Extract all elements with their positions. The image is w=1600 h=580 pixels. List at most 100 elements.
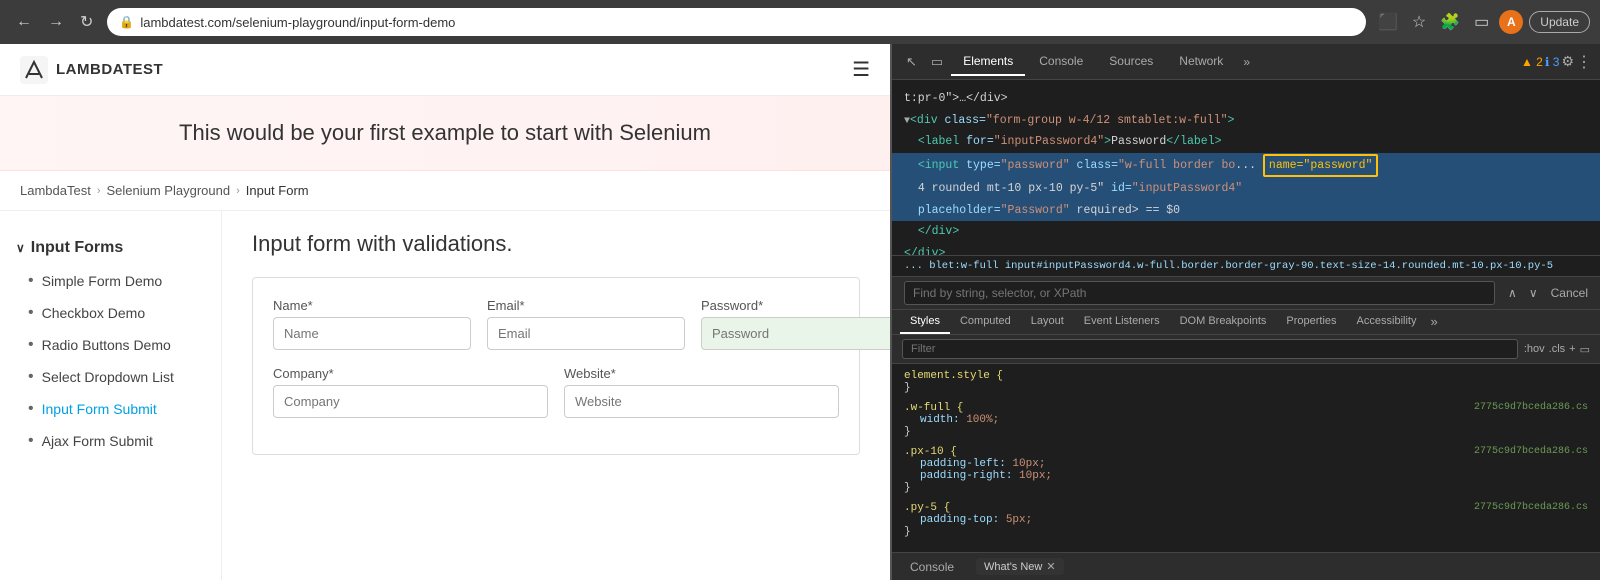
webpage-topbar: LAMBDATEST ☰ [0, 44, 890, 96]
update-button[interactable]: Update [1529, 11, 1590, 33]
find-next-button[interactable]: ∨ [1524, 284, 1543, 302]
styles-filter-bar: :hov .cls + ▭ [892, 335, 1600, 364]
html-line: </div> [892, 221, 1600, 243]
breadcrumb-sep-1: › [97, 185, 101, 197]
whats-new-label: What's New [984, 561, 1042, 573]
company-label: Company* [273, 366, 548, 381]
new-rule-icon[interactable]: ▭ [1580, 343, 1590, 356]
sidebar-item-dropdown[interactable]: Select Dropdown List [0, 361, 221, 393]
tab-elements[interactable]: Elements [951, 48, 1025, 76]
breadcrumb-sep-2: › [236, 185, 240, 197]
styles-tabs: Styles Computed Layout Event Listeners D… [892, 310, 1600, 335]
tab-console[interactable]: Console [1027, 48, 1095, 76]
bookmark-button[interactable]: ☆ [1408, 8, 1430, 36]
html-line-highlighted: <input type="password" class="w-full bor… [892, 153, 1600, 179]
form-group-email: Email* [487, 298, 685, 350]
website-input[interactable] [564, 385, 839, 418]
pseudo-states-text[interactable]: :hov [1524, 343, 1545, 356]
settings-icon[interactable]: ⚙ [1561, 53, 1574, 70]
devtools-bottombar: Console What's New ✕ [892, 552, 1600, 580]
form-grid: Name* Email* Password* [252, 277, 860, 455]
add-style-icon[interactable]: + [1569, 343, 1575, 356]
sidebar-item-ajax[interactable]: Ajax Form Submit [0, 425, 221, 457]
lambdatest-logo-icon [20, 56, 48, 84]
url-text: lambdatest.com/selenium-playground/input… [140, 15, 1354, 30]
webpage: LAMBDATEST ☰ This would be your first ex… [0, 44, 890, 580]
find-prev-button[interactable]: ∧ [1503, 284, 1522, 302]
style-rule-wfull: .w-full {2775c9d7bceda286.cs width: 100%… [904, 402, 1588, 438]
hero-banner: This would be your first example to star… [0, 96, 890, 171]
tab-accessibility[interactable]: Accessibility [1347, 310, 1427, 334]
tab-event-listeners[interactable]: Event Listeners [1074, 310, 1170, 334]
password-input[interactable] [701, 317, 890, 350]
sidebar: ∨ Input Forms Simple Form Demo Checkbox … [0, 211, 222, 580]
sidebar-section-header[interactable]: ∨ Input Forms [0, 231, 221, 265]
extensions-button[interactable]: ⬛ [1374, 8, 1402, 36]
bottom-tab-console[interactable]: Console [904, 556, 960, 578]
form-title: Input form with validations. [252, 231, 860, 257]
breadcrumb-selenium[interactable]: Selenium Playground [107, 183, 231, 198]
tab-sources[interactable]: Sources [1097, 48, 1165, 76]
breadcrumb: LambdaTest › Selenium Playground › Input… [0, 171, 890, 211]
sidebar-section-label: Input Forms [31, 239, 123, 257]
whats-new-close-icon[interactable]: ✕ [1046, 560, 1055, 573]
address-bar[interactable]: 🔒 lambdatest.com/selenium-playground/inp… [107, 8, 1366, 36]
whats-new-badge: What's New ✕ [976, 558, 1064, 575]
browser-chrome: ← → ↻ 🔒 lambdatest.com/selenium-playgrou… [0, 0, 1600, 44]
tab-properties[interactable]: Properties [1276, 310, 1346, 334]
sidebar-item-radio[interactable]: Radio Buttons Demo [0, 329, 221, 361]
html-line: ▼<div class="form-group w-4/12 smtablet:… [892, 110, 1600, 132]
sidebar-item-simple-form[interactable]: Simple Form Demo [0, 265, 221, 297]
logo-text: LAMBDATEST [56, 61, 163, 78]
lock-icon: 🔒 [119, 15, 134, 29]
tab-styles[interactable]: Styles [900, 310, 950, 334]
breadcrumb-path-text: ... blet:w-full input#inputPassword4.w-f… [904, 260, 1553, 272]
breadcrumb-current: Input Form [246, 183, 309, 198]
form-group-password: Password* [701, 298, 890, 350]
menu-button[interactable]: ☰ [852, 57, 870, 82]
reload-button[interactable]: ↻ [74, 8, 99, 36]
form-group-name: Name* [273, 298, 471, 350]
filter-actions: :hov .cls + ▭ [1524, 343, 1590, 356]
extensions-puzzle-button[interactable]: 🧩 [1436, 8, 1464, 36]
more-options-icon[interactable]: ⋮ [1576, 52, 1592, 72]
name-input[interactable] [273, 317, 471, 350]
form-group-company: Company* [273, 366, 548, 418]
email-input[interactable] [487, 317, 685, 350]
company-input[interactable] [273, 385, 548, 418]
back-button[interactable]: ← [10, 9, 38, 35]
sidebar-toggle-button[interactable]: ▭ [1470, 8, 1493, 36]
devtools-select-icon[interactable]: ↖ [900, 50, 923, 74]
find-input[interactable] [904, 281, 1495, 305]
chevron-down-icon: ∨ [16, 241, 25, 255]
devtools-topbar: ↖ ▭ Elements Console Sources Network » ▲… [892, 44, 1600, 80]
forward-button[interactable]: → [42, 9, 70, 35]
sidebar-item-input-form[interactable]: Input Form Submit [0, 393, 221, 425]
form-section: Input form with validations. Name* Email… [222, 211, 890, 580]
sidebar-item-checkbox[interactable]: Checkbox Demo [0, 297, 221, 329]
devtools-more-tabs[interactable]: » [1237, 55, 1256, 69]
style-rule-py5: .py-5 {2775c9d7bceda286.cs padding-top: … [904, 502, 1588, 538]
find-arrows: ∧ ∨ [1503, 284, 1543, 302]
form-row-1: Name* Email* Password* [273, 298, 839, 350]
tab-network[interactable]: Network [1167, 48, 1235, 76]
devtools-device-icon[interactable]: ▭ [925, 50, 949, 74]
styles-filter-input[interactable] [902, 339, 1518, 359]
styles-content: element.style { } .w-full {2775c9d7bceda… [892, 364, 1600, 552]
html-line-highlighted-3: placeholder="Password" required> == $0 [892, 200, 1600, 222]
html-line: <label for="inputPassword4">Password</la… [892, 131, 1600, 153]
profile-avatar[interactable]: A [1499, 10, 1523, 34]
tab-dom-breakpoints[interactable]: DOM Breakpoints [1170, 310, 1277, 334]
content-area: ∨ Input Forms Simple Form Demo Checkbox … [0, 211, 890, 580]
devtools-panel: ↖ ▭ Elements Console Sources Network » ▲… [890, 44, 1600, 580]
tab-computed[interactable]: Computed [950, 310, 1021, 334]
email-label: Email* [487, 298, 685, 313]
style-rule-px10: .px-10 {2775c9d7bceda286.cs padding-left… [904, 446, 1588, 494]
styles-more[interactable]: » [1426, 310, 1441, 334]
find-cancel-button[interactable]: Cancel [1551, 286, 1588, 300]
breadcrumb-home[interactable]: LambdaTest [20, 183, 91, 198]
tab-layout[interactable]: Layout [1021, 310, 1074, 334]
style-rule-element: element.style { } [904, 370, 1588, 394]
form-group-website: Website* [564, 366, 839, 418]
cls-text[interactable]: .cls [1549, 343, 1566, 356]
